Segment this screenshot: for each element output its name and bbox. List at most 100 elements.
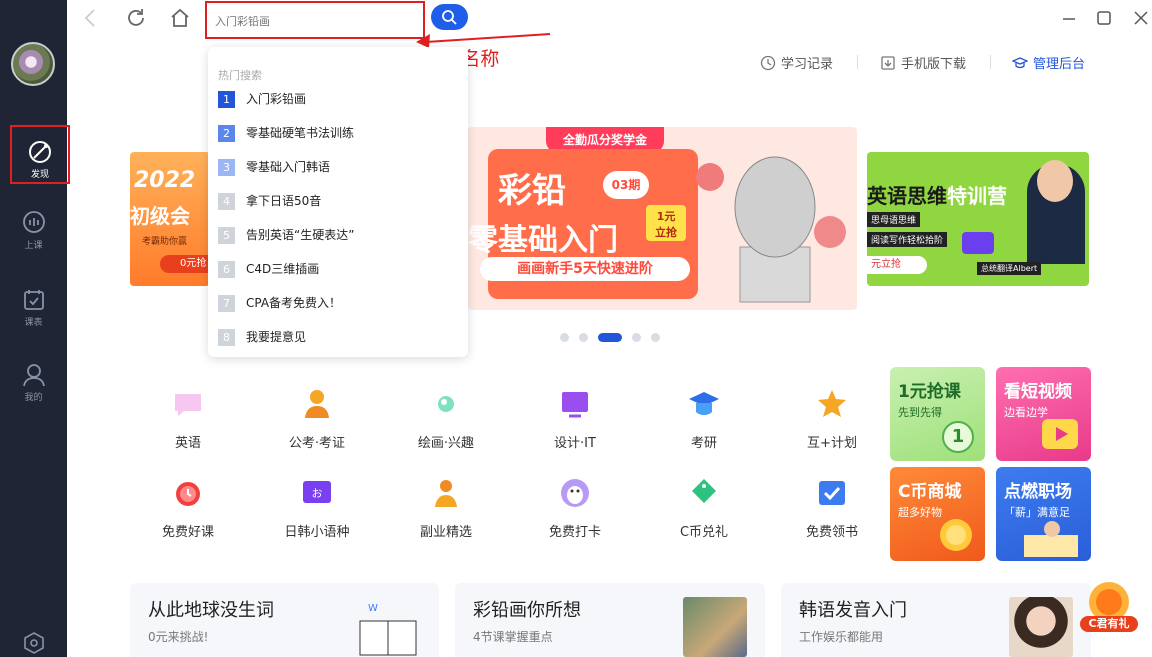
suggestion-label: CPA备考免费入！ [246, 296, 342, 310]
tile-coin-mall[interactable]: C币商城 超多好物 [890, 467, 985, 561]
category-label: 免费好课 [161, 525, 214, 540]
live-class-icon [22, 211, 45, 233]
clock-history-icon [760, 55, 776, 71]
suggestion-item[interactable]: 4 拿下日语50音 [218, 192, 321, 212]
category-free-course[interactable]: 免费好课 [148, 477, 228, 540]
rank-badge: 4 [218, 193, 235, 210]
category-plus-plan[interactable]: 互+计划 [792, 388, 872, 451]
book-illustration: W [359, 603, 417, 656]
suggestion-item[interactable]: 7 CPA备考免费入！ [218, 294, 341, 314]
sidebar-item-discover[interactable]: 发现 [10, 125, 70, 184]
category-english[interactable]: 英语 [148, 388, 228, 451]
dropdown-title: 热门搜索 [218, 69, 262, 82]
card-color-pencil[interactable]: 彩铅画你所想 4节课掌握重点 [455, 583, 765, 657]
carousel-dot[interactable] [560, 333, 569, 342]
tile-title: C币商城 [898, 482, 962, 502]
banner-title: 零基础入门 [468, 223, 618, 258]
suggestion-item[interactable]: 2 零基础硬笔书法训练 [218, 124, 354, 144]
carousel-dot[interactable] [651, 333, 660, 342]
speech-screen-icon: お [303, 481, 331, 503]
penguin-icon [561, 479, 589, 507]
category-civil-exam[interactable]: 公考·考证 [277, 388, 357, 451]
admin-label: 管理后台 [1033, 57, 1086, 72]
category-design-it[interactable]: 设计·IT [535, 388, 615, 451]
suggestion-item[interactable]: 1 入门彩铅画 [218, 90, 306, 110]
suggestion-label: 我要提意见 [246, 330, 307, 344]
category-coin-gift[interactable]: C币兑礼 [664, 477, 744, 540]
gift-mascot[interactable]: C君有礼 [1078, 578, 1140, 634]
banner-title: 彩铅 [498, 171, 566, 211]
app-window: 发现 上课 课表 我的 入门彩铅画 学习记录 手机版下载 管理后台 2022 初… [0, 0, 1152, 657]
suggestion-item[interactable]: 5 告别英语“生硬表达” [218, 226, 354, 246]
close-button[interactable] [1129, 6, 1152, 30]
sidebar-item-settings[interactable] [0, 630, 67, 657]
category-label: 英语 [174, 436, 201, 451]
banner-color-pencil[interactable]: 全勤瓜分奖学金 彩铅 03期 零基础入门 1元 立抢 画画新手5天快速进阶 [468, 127, 857, 310]
category-free-book[interactable]: 免费领书 [792, 477, 872, 540]
minimize-button[interactable] [1057, 6, 1081, 30]
refresh-button[interactable] [124, 6, 148, 30]
tile-short-video[interactable]: 看短视频 边看边学 [996, 367, 1091, 461]
sidebar-item-class[interactable]: 上课 [0, 210, 67, 251]
search-suggestions-dropdown: 热门搜索 1 入门彩铅画 2 零基础硬笔书法训练 3 零基础入门韩语 4 拿下日语50音… [208, 47, 468, 357]
category-label: 绘画·兴趣 [417, 436, 475, 451]
category-label: 考研 [690, 436, 717, 451]
category-label: 免费领书 [805, 525, 858, 540]
suggestion-item[interactable]: 6 C4D三维插画 [218, 260, 319, 280]
alarm-clock-icon [176, 482, 200, 506]
banner-text: 思母语思维 [867, 212, 921, 227]
svg-text:W: W [368, 603, 378, 614]
category-side-job[interactable]: 副业精选 [406, 477, 486, 540]
suggestion-label: 拿下日语50音 [246, 194, 322, 208]
suggestion-item[interactable]: 3 零基础入门韩语 [218, 158, 330, 178]
rank-badge: 1 [218, 91, 235, 108]
banner-english-thinking[interactable]: 英语思维特训营 思母语思维 阅读写作轻松拾阶 元立抢 总统翻译Albert [867, 152, 1089, 286]
category-checkin[interactable]: 免费打卡 [535, 477, 615, 540]
rank-badge: 8 [218, 329, 235, 346]
suggestion-label: 告别英语“生硬表达” [246, 228, 355, 242]
minimize-icon [1063, 18, 1075, 20]
statue-illustration [696, 156, 846, 303]
category-postgrad[interactable]: 考研 [664, 388, 744, 451]
suggestion-label: 零基础硬笔书法训练 [246, 126, 355, 140]
rank-badge: 3 [218, 159, 235, 176]
carousel-dot-active[interactable] [598, 333, 622, 342]
category-painting[interactable]: 绘画·兴趣 [406, 388, 486, 451]
calendar-icon [23, 290, 44, 310]
home-button[interactable] [168, 6, 192, 30]
chat-bubble-icon [175, 394, 201, 416]
category-jp-kr[interactable]: お 日韩小语种 [277, 477, 357, 540]
back-button[interactable] [79, 6, 103, 30]
suggestion-item[interactable]: 8 我要提意见 [218, 328, 306, 348]
carousel-dot[interactable] [579, 333, 588, 342]
exam-person-icon [305, 390, 329, 418]
top-bar [67, 0, 1152, 39]
card-vocabulary[interactable]: 从此地球没生词 0元来挑战! W [130, 583, 439, 657]
admin-link[interactable]: 管理后台 [1012, 53, 1085, 72]
rank-badge: 6 [218, 261, 235, 278]
user-icon [22, 364, 45, 387]
mobile-download-link[interactable]: 手机版下载 [880, 53, 966, 72]
carousel-dot[interactable] [632, 333, 641, 342]
avatar[interactable] [11, 42, 55, 86]
category-label: 公考·考证 [288, 436, 346, 451]
tile-one-yuan[interactable]: 1元抢课 先到先得 1 [890, 367, 985, 461]
maximize-icon [1097, 11, 1111, 25]
tile-career[interactable]: 点燃职场 「薪」满意足 [996, 467, 1091, 561]
study-record-link[interactable]: 学习记录 [760, 53, 833, 72]
refresh-icon [128, 9, 144, 26]
tile-badge: 1 [942, 421, 974, 453]
sidebar-item-label: 发现 [30, 170, 49, 180]
sidebar-item-schedule[interactable]: 课表 [0, 287, 67, 328]
tile-sub: 先到先得 [898, 406, 942, 419]
banner-accounting[interactable]: 2022 初级会 考霸助你赢 0元抢 [130, 152, 210, 286]
card-korean[interactable]: 韩语发音入门 工作娱乐都能用 [781, 583, 1091, 657]
mascot-label: C君有礼 [1088, 617, 1130, 630]
paint-drop-icon [438, 396, 454, 412]
coin-icon [940, 519, 972, 551]
sidebar-item-mine[interactable]: 我的 [0, 362, 67, 403]
sidebar-item-label: 我的 [24, 393, 43, 403]
maximize-button[interactable] [1092, 6, 1116, 30]
search-input[interactable] [215, 11, 415, 31]
category-label: C币兑礼 [679, 525, 729, 540]
